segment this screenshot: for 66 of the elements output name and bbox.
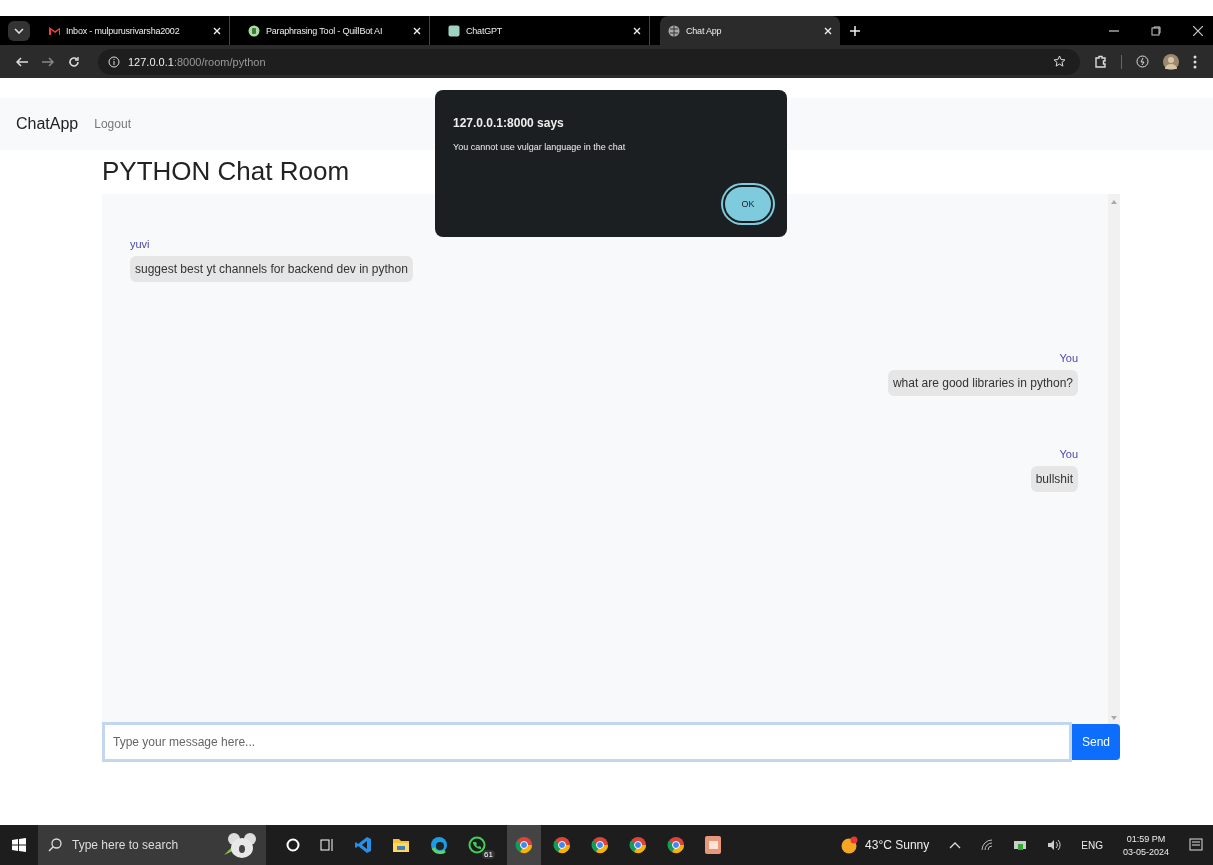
close-icon[interactable] <box>633 26 641 35</box>
nav-link[interactable]: Logout <box>94 117 131 131</box>
clock-date[interactable]: 03-05-2024 <box>1122 846 1169 857</box>
send-button[interactable]: Send <box>1072 724 1120 760</box>
back-icon[interactable] <box>16 56 28 67</box>
sun-icon <box>841 836 860 854</box>
notification-badge: 61 <box>482 850 495 859</box>
browser-tab[interactable]: Chat App <box>660 16 840 45</box>
browser-ball-icon <box>591 836 609 854</box>
taskbar-search-field[interactable]: Type here to search <box>38 825 266 865</box>
browser-ball-icon <box>515 836 533 854</box>
folder-icon[interactable] <box>392 837 410 853</box>
room-title: PYTHON Chat Room <box>102 156 351 186</box>
code-editor-icon[interactable] <box>354 836 372 854</box>
mail-icon <box>48 24 60 37</box>
ok-button[interactable]: OK <box>723 185 773 223</box>
url-text: 127.0.0.1:8000/room/python <box>128 55 266 68</box>
browser-ball-icon <box>667 836 685 854</box>
close-icon[interactable] <box>413 26 421 35</box>
avatar-icon[interactable] <box>1163 53 1179 70</box>
circle-icon[interactable] <box>286 838 300 852</box>
address-field[interactable]: 127.0.0.1:8000/room/python <box>98 48 1080 75</box>
message-bubble: suggest best yt channels for backend dev in python <box>130 256 413 282</box>
dialog-message: You cannot use vulgar language in the chat <box>453 142 627 152</box>
message-bubble: what are good libraries in python? <box>887 370 1078 396</box>
clock-time[interactable]: 01:59 PM <box>1126 833 1166 844</box>
close-window-icon[interactable] <box>1193 25 1203 36</box>
restore-icon[interactable] <box>1151 25 1161 36</box>
site-icon <box>448 24 460 37</box>
site-icon <box>248 24 260 37</box>
sender-name: You <box>1059 448 1078 460</box>
wifi-icon[interactable] <box>981 839 994 851</box>
tab-search-button[interactable] <box>8 20 30 41</box>
language-indicator[interactable]: ENG <box>1081 839 1103 851</box>
windows-icon[interactable] <box>12 838 26 852</box>
phone-bubble-icon <box>468 836 486 854</box>
new-tab-icon[interactable] <box>850 25 860 36</box>
reload-icon[interactable] <box>68 55 80 68</box>
forward-icon[interactable] <box>42 56 54 67</box>
search-icon <box>48 838 62 852</box>
info-icon <box>108 55 120 68</box>
chat-app-taskbar-button[interactable]: 61 <box>468 825 495 865</box>
message-input[interactable]: Type your message here... <box>102 722 1072 762</box>
close-icon[interactable] <box>824 26 832 35</box>
sender-name: You <box>1059 352 1078 364</box>
chevron-down-icon <box>14 27 24 34</box>
battery-icon[interactable] <box>1013 839 1028 851</box>
browser-swirl-icon[interactable] <box>430 836 448 854</box>
puzzle-icon[interactable] <box>1094 55 1107 68</box>
notification-icon[interactable] <box>1189 838 1203 852</box>
chevron-up-icon[interactable] <box>949 841 962 849</box>
message-bubble: bullshit <box>1030 466 1078 492</box>
browser-ball-icon <box>629 836 647 854</box>
bolt-icon[interactable] <box>1136 55 1149 68</box>
task-view-icon[interactable] <box>320 838 334 852</box>
star-icon[interactable] <box>1053 55 1066 68</box>
globe-icon <box>668 24 680 37</box>
browser-taskbar-button[interactable] <box>507 825 541 865</box>
more-icon[interactable] <box>1193 54 1197 69</box>
close-icon[interactable] <box>213 26 221 35</box>
sender-name: yuvi <box>130 238 150 250</box>
brand-link[interactable]: ChatApp <box>16 115 79 133</box>
dialog-title: 127.0.0.1:8000 says <box>453 116 565 130</box>
weather-widget[interactable]: 43°C Sunny <box>841 836 930 854</box>
speaker-icon[interactable] <box>1047 839 1062 851</box>
browser-ball-icon <box>553 836 571 854</box>
